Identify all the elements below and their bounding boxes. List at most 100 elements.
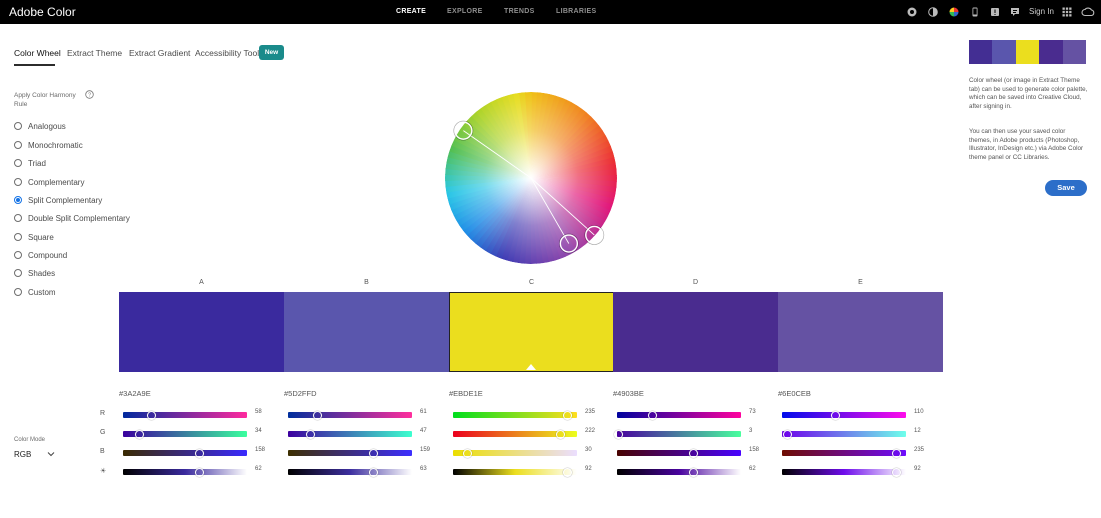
- slider-handle[interactable]: [195, 467, 205, 477]
- channel-slider-track[interactable]: [782, 431, 906, 437]
- slider-handle[interactable]: [463, 448, 473, 458]
- slider-handle[interactable]: [556, 429, 566, 439]
- color-swatch[interactable]: [284, 292, 449, 372]
- slider-handle[interactable]: [891, 467, 901, 477]
- nav-libraries[interactable]: LIBRARIES: [556, 8, 596, 15]
- color-swatch[interactable]: [449, 292, 614, 372]
- nav-create[interactable]: CREATE: [396, 8, 426, 15]
- radio-button[interactable]: [14, 141, 22, 149]
- channel-value[interactable]: 158: [255, 447, 265, 453]
- slider-handle[interactable]: [146, 410, 156, 420]
- hex-value-field[interactable]: #EBDE1E: [449, 389, 483, 398]
- channel-slider-track[interactable]: [123, 469, 247, 475]
- slider-handle[interactable]: [134, 429, 144, 439]
- channel-value[interactable]: 47: [420, 428, 427, 434]
- hex-value-field[interactable]: #3A2A9E: [119, 389, 151, 398]
- channel-value[interactable]: 62: [255, 466, 262, 472]
- chevron-down-icon[interactable]: [47, 451, 55, 457]
- radio-button[interactable]: [14, 159, 22, 167]
- slider-handle[interactable]: [689, 448, 699, 458]
- channel-value[interactable]: 92: [585, 466, 592, 472]
- slider-handle[interactable]: [647, 410, 657, 420]
- creative-cloud-icon[interactable]: [1081, 7, 1095, 17]
- hex-value-field[interactable]: #4903BE: [613, 389, 644, 398]
- channel-slider-track[interactable]: [123, 450, 247, 456]
- slider-handle[interactable]: [783, 429, 793, 439]
- channel-slider-track[interactable]: [782, 450, 906, 456]
- slider-handle[interactable]: [562, 410, 572, 420]
- color-swatch[interactable]: [778, 292, 943, 372]
- channel-value[interactable]: 58: [255, 409, 262, 415]
- channel-slider-track[interactable]: [123, 412, 247, 418]
- apps-grid-icon[interactable]: [1062, 7, 1072, 17]
- color-wheel[interactable]: [438, 90, 624, 266]
- radio-button[interactable]: [14, 288, 22, 296]
- harmony-rule-analogous[interactable]: Analogous: [14, 121, 66, 131]
- harmony-rule-split-complementary[interactable]: Split Complementary: [14, 195, 102, 205]
- adobe-color-logo[interactable]: Adobe Color: [9, 5, 76, 19]
- radio-button[interactable]: [14, 178, 22, 186]
- channel-slider-track[interactable]: [617, 450, 741, 456]
- channel-value[interactable]: 222: [585, 428, 595, 434]
- color-wheel-icon[interactable]: [949, 7, 959, 17]
- radio-button[interactable]: [14, 233, 22, 241]
- phone-icon[interactable]: [970, 7, 980, 17]
- slider-handle[interactable]: [562, 467, 572, 477]
- harmony-rule-double-split-complementary[interactable]: Double Split Complementary: [14, 213, 130, 223]
- harmony-rule-shades[interactable]: Shades: [14, 268, 55, 278]
- channel-value[interactable]: 3: [749, 428, 752, 434]
- tab-extract-theme[interactable]: Extract Theme: [67, 48, 122, 58]
- channel-value[interactable]: 92: [914, 466, 921, 472]
- feedback-icon[interactable]: [1010, 7, 1020, 17]
- harmony-rule-custom[interactable]: Custom: [14, 287, 56, 297]
- tab-accessibility-tools[interactable]: Accessibility Tools: [195, 48, 263, 58]
- channel-value[interactable]: 34: [255, 428, 262, 434]
- harmony-rule-complementary[interactable]: Complementary: [14, 177, 84, 187]
- tab-extract-gradient[interactable]: Extract Gradient: [129, 48, 190, 58]
- slider-handle[interactable]: [313, 410, 323, 420]
- tab-color-wheel[interactable]: Color Wheel: [14, 48, 61, 58]
- slider-handle[interactable]: [613, 429, 623, 439]
- channel-value[interactable]: 62: [749, 466, 756, 472]
- slider-handle[interactable]: [369, 467, 379, 477]
- radio-button[interactable]: [14, 251, 22, 259]
- slider-handle[interactable]: [195, 448, 205, 458]
- channel-slider-track[interactable]: [288, 412, 412, 418]
- harmony-rule-square[interactable]: Square: [14, 232, 54, 242]
- sign-in-link[interactable]: Sign In: [1029, 7, 1054, 16]
- nav-explore[interactable]: EXPLORE: [447, 8, 483, 15]
- hex-value-field[interactable]: #5D2FFD: [284, 389, 317, 398]
- hex-value-field[interactable]: #6E0CEB: [778, 389, 811, 398]
- harmony-rule-compound[interactable]: Compound: [14, 250, 67, 260]
- channel-slider-track[interactable]: [617, 431, 741, 437]
- color-swatch[interactable]: [119, 292, 284, 372]
- channel-slider-track[interactable]: [782, 412, 906, 418]
- channel-slider-track[interactable]: [288, 469, 412, 475]
- channel-value[interactable]: 235: [585, 409, 595, 415]
- channel-value[interactable]: 159: [420, 447, 430, 453]
- channel-value[interactable]: 12: [914, 428, 921, 434]
- channel-value[interactable]: 63: [420, 466, 427, 472]
- slider-handle[interactable]: [369, 448, 379, 458]
- slider-handle[interactable]: [891, 448, 901, 458]
- radio-button[interactable]: [14, 214, 22, 222]
- channel-value[interactable]: 30: [585, 447, 592, 453]
- help-icon[interactable]: ?: [85, 90, 94, 99]
- channel-value[interactable]: 235: [914, 447, 924, 453]
- radio-button[interactable]: [14, 269, 22, 277]
- harmony-rule-monochromatic[interactable]: Monochromatic: [14, 140, 83, 150]
- radio-button[interactable]: [14, 196, 22, 204]
- channel-value[interactable]: 110: [914, 409, 924, 415]
- harmony-rule-triad[interactable]: Triad: [14, 158, 46, 168]
- slider-handle[interactable]: [689, 467, 699, 477]
- channel-slider-track[interactable]: [617, 469, 741, 475]
- channel-slider-track[interactable]: [453, 469, 577, 475]
- channel-slider-track[interactable]: [453, 412, 577, 418]
- alert-icon[interactable]: [990, 7, 1000, 17]
- circle-icon[interactable]: [907, 7, 917, 17]
- color-swatch[interactable]: [613, 292, 778, 372]
- contrast-icon[interactable]: [928, 7, 938, 17]
- nav-trends[interactable]: TRENDS: [504, 8, 535, 15]
- channel-value[interactable]: 73: [749, 409, 756, 415]
- radio-button[interactable]: [14, 122, 22, 130]
